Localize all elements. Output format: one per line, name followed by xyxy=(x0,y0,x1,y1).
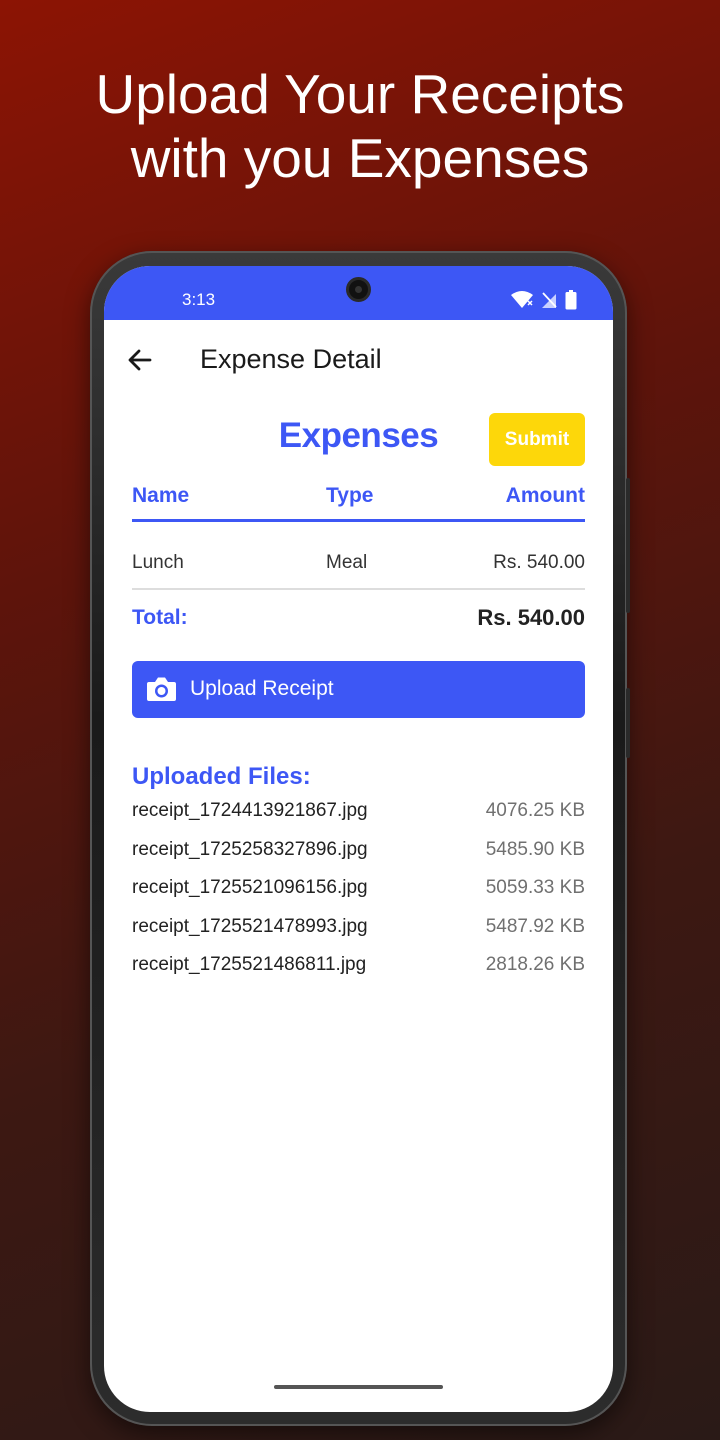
row-name: Lunch xyxy=(132,552,184,573)
wifi-icon xyxy=(511,291,533,309)
file-name: receipt_1725521478993.jpg xyxy=(132,915,368,937)
uploaded-files-title: Uploaded Files: xyxy=(132,763,311,790)
status-bar: 3:13 xyxy=(104,266,613,320)
file-size: 5485.90 KB xyxy=(485,838,585,860)
promo-headline-line1: Upload Your Receipts xyxy=(95,63,625,125)
file-name: receipt_1725521096156.jpg xyxy=(132,877,368,898)
column-header-name: Name xyxy=(132,484,190,507)
upload-receipt-label: Upload Receipt xyxy=(190,677,334,700)
list-item[interactable]: receipt_1725258327896.jpg 5485.90 KB xyxy=(132,839,585,878)
column-header-amount: Amount xyxy=(505,484,585,507)
total-value: Rs. 540.00 xyxy=(477,605,585,630)
phone-power-button xyxy=(626,688,630,758)
battery-icon xyxy=(565,290,577,310)
file-size: 5059.33 KB xyxy=(485,877,585,898)
camera-icon xyxy=(146,676,177,707)
file-name: receipt_1725521486811.jpg xyxy=(132,954,367,975)
promo-headline-line2: with you Expenses xyxy=(130,127,590,189)
status-icons xyxy=(511,290,577,310)
file-size: 4076.25 KB xyxy=(485,800,585,821)
phone-screen: 3:13 Expense Detail Expenses Submit Name… xyxy=(104,266,613,1412)
upload-receipt-button[interactable]: Upload Receipt xyxy=(132,661,585,718)
no-sim-icon xyxy=(541,291,557,309)
promo-headline: Upload Your Receipts with you Expenses xyxy=(0,62,720,190)
status-time: 3:13 xyxy=(182,290,216,309)
column-header-type: Type xyxy=(326,484,374,507)
list-item[interactable]: receipt_1725521486811.jpg 2818.26 KB xyxy=(132,954,585,993)
list-item[interactable]: receipt_1724413921867.jpg 4076.25 KB xyxy=(132,800,585,839)
gesture-navigation-bar[interactable] xyxy=(274,1385,443,1389)
uploaded-files-list: receipt_1724413921867.jpg 4076.25 KB rec… xyxy=(132,800,585,993)
file-size: 2818.26 KB xyxy=(485,954,585,975)
phone-volume-button xyxy=(626,478,630,613)
file-size: 5487.92 KB xyxy=(485,915,585,937)
row-amount: Rs. 540.00 xyxy=(493,552,585,573)
table-header: Name Type Amount xyxy=(132,482,585,522)
list-item[interactable]: receipt_1725521096156.jpg 5059.33 KB xyxy=(132,877,585,916)
total-row: Total: Rs. 540.00 xyxy=(132,603,585,637)
front-camera xyxy=(346,277,371,302)
file-name: receipt_1724413921867.jpg xyxy=(132,800,368,821)
app-bar: Expense Detail xyxy=(104,320,613,400)
table-row: Lunch Meal Rs. 540.00 xyxy=(132,522,585,590)
list-item[interactable]: receipt_1725521478993.jpg 5487.92 KB xyxy=(132,916,585,955)
file-name: receipt_1725258327896.jpg xyxy=(132,838,368,860)
total-label: Total: xyxy=(132,606,188,629)
row-type: Meal xyxy=(326,552,368,573)
submit-button[interactable]: Submit xyxy=(489,413,585,466)
page-title: Expense Detail xyxy=(200,344,382,374)
arrow-left-icon[interactable] xyxy=(126,346,154,374)
